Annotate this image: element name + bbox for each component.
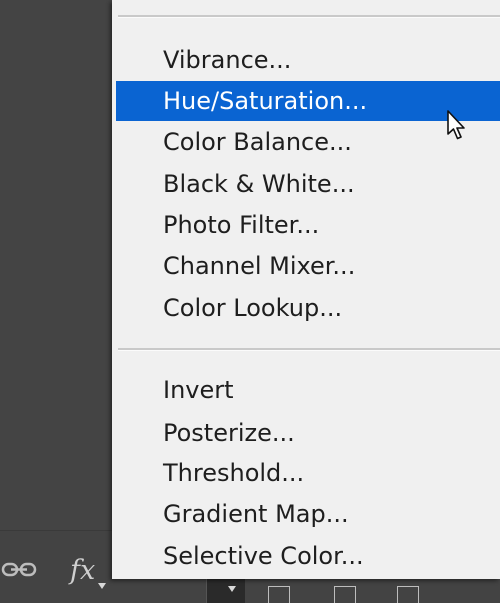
menu-item-vibrance[interactable]: Vibrance...	[112, 40, 500, 80]
menu-item-threshold[interactable]: Threshold...	[112, 453, 500, 493]
menu-item-channel-mixer[interactable]: Channel Mixer...	[112, 246, 500, 286]
menu-item-photo-filter[interactable]: Photo Filter...	[112, 205, 500, 245]
link-layers-icon[interactable]	[0, 558, 38, 582]
fx-dropdown-caret-icon	[98, 583, 106, 589]
menu-item-invert[interactable]: Invert	[112, 370, 500, 410]
adjustment-layer-button[interactable]	[206, 578, 245, 603]
menu-item-color-lookup[interactable]: Color Lookup...	[112, 288, 500, 328]
adjustment-dropdown-caret-icon	[228, 586, 236, 592]
delete-layer-icon[interactable]	[397, 586, 419, 603]
menu-item-color-balance[interactable]: Color Balance...	[112, 122, 500, 162]
adjustment-layer-menu: Vibrance... Hue/Saturation... Color Bala…	[112, 0, 500, 579]
menu-item-posterize[interactable]: Posterize...	[112, 413, 500, 453]
mouse-pointer-icon	[447, 110, 465, 140]
menu-item-black-white[interactable]: Black & White...	[112, 164, 500, 204]
menu-item-hue-saturation[interactable]: Hue/Saturation...	[116, 81, 500, 121]
menu-separator	[118, 15, 500, 18]
menu-separator	[118, 348, 500, 351]
new-layer-icon[interactable]	[334, 586, 356, 603]
menu-item-gradient-map[interactable]: Gradient Map...	[112, 494, 500, 534]
layers-panel	[0, 0, 112, 603]
folder-group-icon[interactable]	[268, 586, 290, 603]
menu-item-selective-color[interactable]: Selective Color...	[112, 536, 500, 576]
